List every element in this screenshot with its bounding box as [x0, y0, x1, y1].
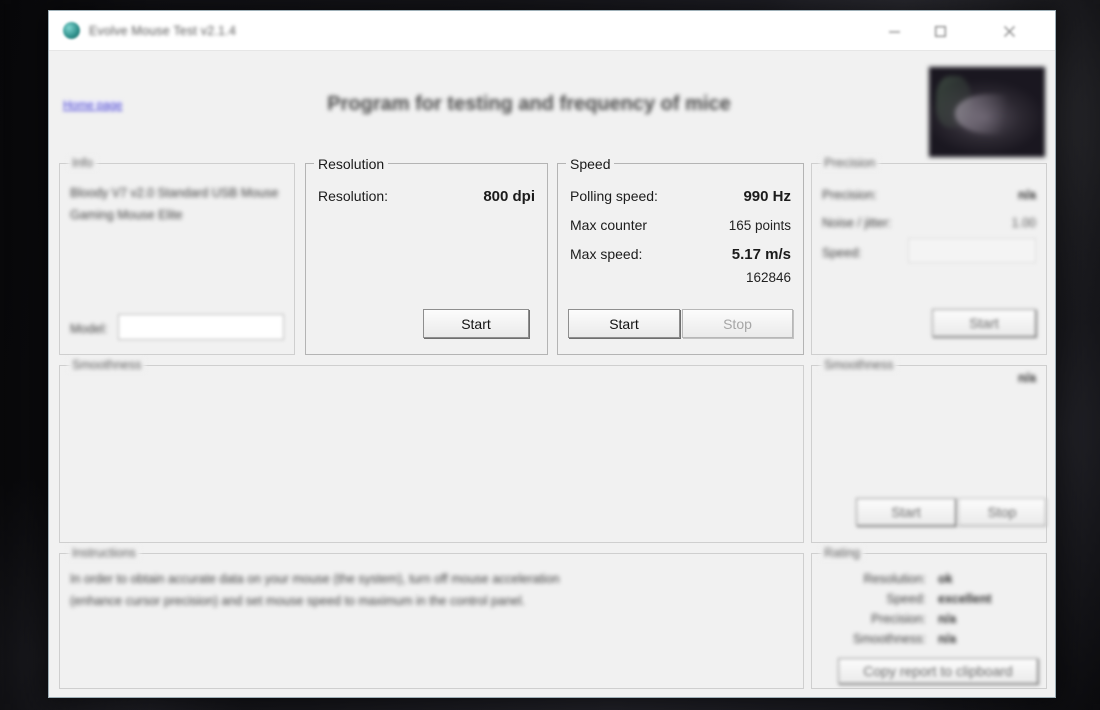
- smoothness-plot-legend: Smoothness: [68, 358, 146, 372]
- minimize-button[interactable]: [871, 11, 917, 51]
- smoothness-plot-group: Smoothness: [59, 358, 804, 543]
- rating-smoothness-label: Smoothness:: [853, 632, 926, 646]
- rating-group: Rating Resolution: ok Speed: excellent P…: [811, 546, 1047, 689]
- max-counter-value: 165 points: [728, 218, 791, 233]
- speed-start-button[interactable]: Start: [568, 309, 680, 338]
- max-speed-label: Max speed:: [570, 246, 643, 262]
- speed-group: Speed Polling speed: 990 Hz Max counter …: [557, 156, 804, 355]
- close-button[interactable]: [986, 11, 1032, 51]
- max-speed-raw-value: 162846: [745, 270, 791, 285]
- smoothness-start-button[interactable]: Start: [856, 498, 956, 526]
- precision-group: Precision Precision: n/a Noise / jitter:…: [811, 156, 1047, 355]
- app-logo-icon: [63, 22, 80, 39]
- speed-stop-button: Stop: [682, 309, 793, 338]
- device-info-line-1: Bloody V7 v2.0 Standard USB Mouse: [70, 186, 279, 200]
- precision-label: Precision:: [822, 188, 877, 202]
- copy-report-button[interactable]: Copy report to clipboard: [838, 658, 1038, 684]
- speed-group-legend: Speed: [566, 156, 615, 172]
- window-title: Evolve Mouse Test v2.1.4: [89, 23, 237, 38]
- smoothness-group: Smoothness n/a Start Stop: [811, 358, 1047, 543]
- model-input[interactable]: [118, 314, 284, 340]
- mouse-photo-thumbnail: [928, 66, 1046, 158]
- resolution-group-legend: Resolution: [314, 156, 389, 172]
- instructions-group-legend: Instructions: [68, 546, 140, 560]
- rating-resolution-value: ok: [938, 572, 953, 586]
- smoothness-value: n/a: [1017, 371, 1036, 385]
- precision-speed-input[interactable]: [908, 238, 1036, 263]
- page-title: Program for testing and frequency of mic…: [327, 93, 731, 115]
- homepage-link[interactable]: Home page: [63, 100, 123, 112]
- rating-speed-value: excellent: [938, 592, 992, 606]
- rating-smoothness-value: n/a: [938, 632, 957, 646]
- resolution-group: Resolution Resolution: 800 dpi Start: [305, 156, 548, 355]
- model-label: Model:: [70, 322, 108, 336]
- resolution-label: Resolution:: [318, 188, 389, 204]
- smoothness-stop-button: Stop: [958, 498, 1046, 526]
- application-window: Evolve Mouse Test v2.1.4 Home page Progr…: [48, 10, 1056, 698]
- rating-precision-value: n/a: [938, 612, 957, 626]
- polling-speed-label: Polling speed:: [570, 188, 658, 204]
- instructions-line-2: (enhance cursor precision) and set mouse…: [70, 594, 526, 608]
- device-info-line-2: Gaming Mouse Elite: [70, 208, 183, 222]
- resolution-start-button[interactable]: Start: [423, 309, 529, 338]
- resolution-value: 800 dpi: [483, 188, 535, 205]
- rating-precision-label: Precision:: [871, 612, 926, 626]
- precision-value: n/a: [1017, 188, 1036, 202]
- info-group-legend: Info: [68, 156, 97, 170]
- rating-resolution-label: Resolution:: [863, 572, 926, 586]
- max-speed-value: 5.17 m/s: [731, 246, 791, 263]
- max-counter-label: Max counter: [570, 217, 648, 233]
- window-titlebar[interactable]: Evolve Mouse Test v2.1.4: [49, 11, 1055, 51]
- noise-jitter-value: 1.00: [1011, 216, 1036, 230]
- smoothness-group-legend: Smoothness: [820, 358, 898, 372]
- precision-speed-label: Speed:: [822, 246, 862, 260]
- client-area: Home page Program for testing and freque…: [49, 51, 1055, 697]
- info-group: Info Bloody V7 v2.0 Standard USB Mouse G…: [59, 156, 295, 355]
- rating-speed-label: Speed:: [886, 592, 926, 606]
- maximize-button[interactable]: [917, 11, 963, 51]
- noise-jitter-label: Noise / jitter:: [822, 216, 892, 230]
- polling-speed-value: 990 Hz: [743, 188, 791, 205]
- instructions-line-1: In order to obtain accurate data on your…: [70, 572, 560, 586]
- precision-start-button[interactable]: Start: [932, 309, 1036, 337]
- header-band: Home page Program for testing and freque…: [49, 51, 1055, 158]
- instructions-group: Instructions In order to obtain accurate…: [59, 546, 804, 689]
- precision-group-legend: Precision: [820, 156, 880, 170]
- rating-group-legend: Rating: [820, 546, 865, 560]
